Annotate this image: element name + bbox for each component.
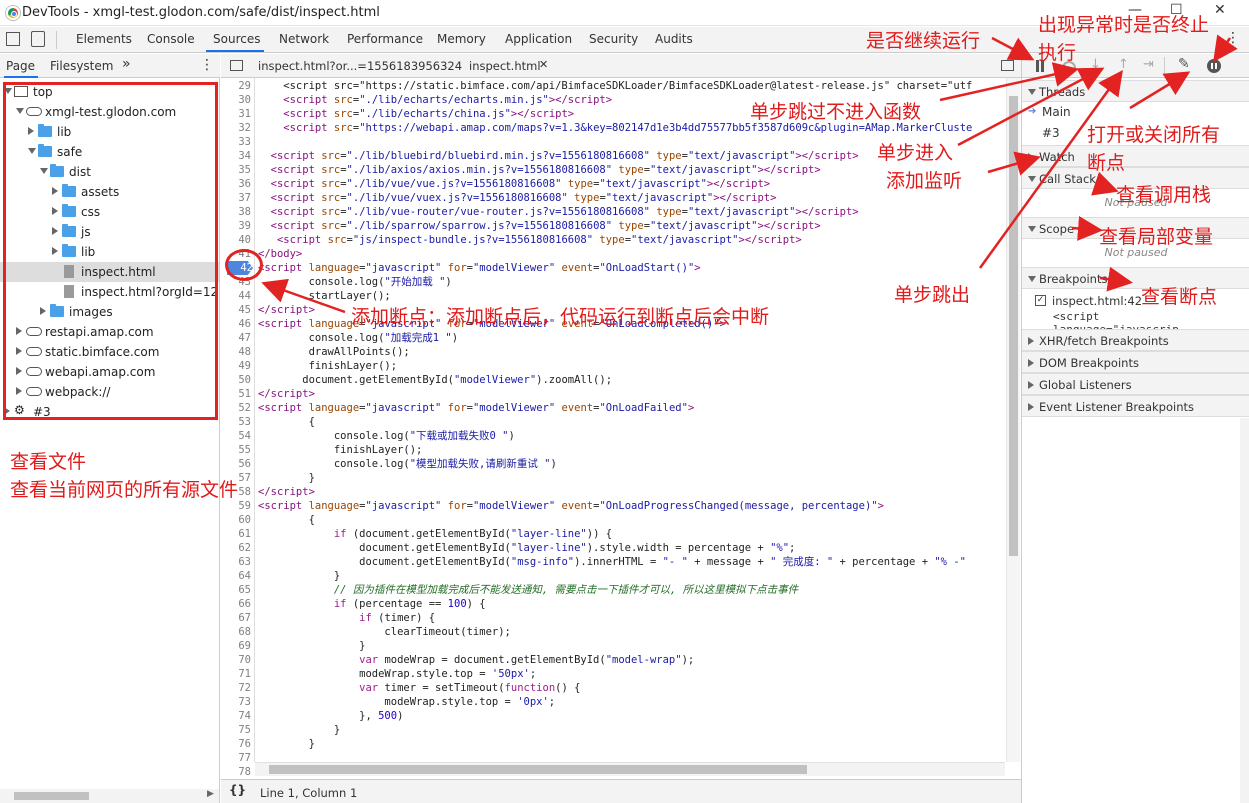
annotation-add-watch: 添加监听 [886, 170, 963, 192]
annotation-pause-exceptions: 出现异常时是否终止 [1038, 14, 1210, 36]
annotation-step-over: 单步跳过不进入函数 [750, 101, 922, 123]
annotation-add-breakpoint: 添加断点：添加断点后，代码运行到断点后会中断 [351, 306, 770, 328]
annotation-arrows [261, 34, 1238, 314]
annotation-scope: 查看局部变量 [1099, 226, 1214, 248]
annotation-pause-exceptions-2: 执行 [1038, 42, 1077, 64]
annotation-toggle-breakpoints-2: 断点 [1087, 152, 1126, 174]
annotation-toggle-breakpoints: 打开或关闭所有 [1087, 124, 1221, 146]
annotation-breakpoints-list: 查看断点 [1141, 286, 1218, 308]
annotation-step-out: 单步跳出 [894, 284, 971, 306]
annotation-view-files: 查看文件 [10, 451, 87, 473]
annotation-call-stack: 查看调用栈 [1116, 184, 1212, 206]
annotation-step-into: 单步进入 [877, 142, 954, 164]
annotation-continue: 是否继续运行 [866, 30, 981, 52]
annotation-view-all-sources: 查看当前网页的所有源文件 [10, 479, 239, 501]
